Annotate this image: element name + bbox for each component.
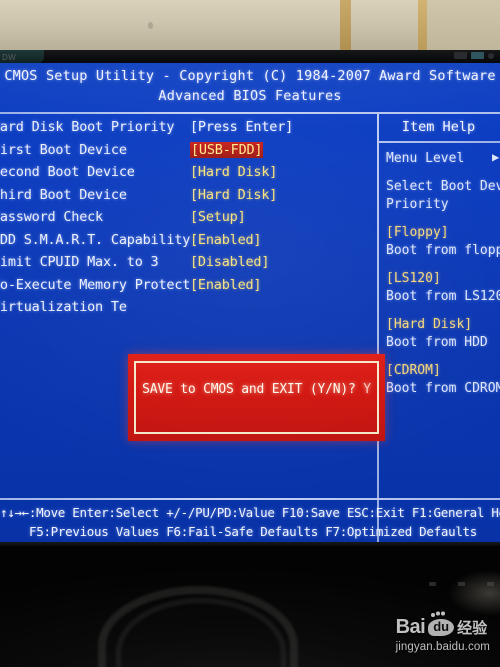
help-spacer [386, 306, 500, 316]
bios-screen: CMOS Setup Utility - Copyright (C) 1984-… [0, 63, 500, 542]
help-spacer [386, 260, 500, 270]
menu-button-icon[interactable] [454, 52, 467, 59]
wall-panel [427, 0, 500, 50]
bios-subtitle: Advanced BIOS Features [158, 88, 342, 104]
menu-level-label: Menu Level [386, 151, 465, 166]
help-entry-key: [Hard Disk] [386, 317, 473, 332]
dialog-answer-text[interactable]: Y [363, 382, 371, 397]
bios-option-value[interactable]: [Hard Disk] [190, 187, 277, 203]
bios-option-label: Hard Disk Boot Priority [0, 119, 175, 135]
bios-option-row[interactable]: No-Execute Memory Protect [Enabled] [0, 277, 377, 300]
watermark-bear-paw-mark: du [428, 611, 455, 636]
dialog-border [134, 361, 379, 434]
help-entry-desc: Boot from LS120 [386, 289, 500, 304]
bios-title: CMOS Setup Utility - Copyright (C) 1984-… [4, 68, 496, 84]
dialog-prompt-text: SAVE to CMOS and EXIT (Y/N)? [142, 382, 356, 397]
watermark-brand-cn: 经验 [457, 619, 488, 637]
chevron-right-icon: ▶ [492, 150, 500, 164]
background-glow [448, 570, 500, 616]
vertical-divider [377, 114, 379, 542]
watermark-url: jingyan.baidu.com [395, 641, 490, 653]
bios-option-label: Limit CPUID Max. to 3 [0, 254, 159, 270]
watermark-logo: Bai du 经验 [395, 611, 490, 639]
help-entry-key: [LS120] [386, 271, 441, 286]
paw-icon [431, 611, 445, 617]
wall-seam [418, 0, 427, 50]
bios-option-value-selected[interactable]: [USB-FDD] [190, 141, 264, 158]
power-indicator-icon [471, 52, 484, 59]
monitor-photo: DW CMOS Setup Utility - Copyright (C) 19… [0, 0, 500, 667]
indicator-dot-icon [429, 582, 436, 586]
bios-option-value[interactable]: [Setup] [190, 209, 246, 225]
save-exit-dialog[interactable]: SAVE to CMOS and EXIT (Y/N)? Y [128, 354, 385, 441]
help-entry-desc: Boot from HDD [386, 335, 488, 350]
monitor-buttons[interactable] [454, 52, 494, 59]
bios-option-value[interactable]: [Hard Disk] [190, 164, 277, 180]
bios-options-list: Hard Disk Boot Priority [Press Enter] Firs… [0, 119, 377, 322]
bios-option-label: Password Check [0, 209, 103, 225]
item-help-body: Menu Level Select Boot Device Priority [Flo… [386, 150, 500, 398]
bios-option-label: Third Boot Device [0, 186, 127, 203]
background-wall [0, 0, 500, 50]
bios-option-label: First Boot Device [0, 141, 127, 158]
watermark: Bai du 经验 jingyan.baidu.com [395, 611, 490, 653]
keybar-line-1: ↑↓→←:Move Enter:Select +/-/PU/PD:Value F… [0, 505, 500, 520]
bios-option-row[interactable]: Second Boot Device [Hard Disk] [0, 164, 377, 187]
bios-option-label: Second Boot Device [0, 164, 135, 180]
bios-option-row[interactable]: Virtualization Te [0, 299, 377, 322]
monitor-brand-label: DW [2, 53, 16, 62]
help-entry-desc: Boot from floppy [386, 243, 500, 258]
bios-keybar: ↑↓→←:Move Enter:Select +/-/PU/PD:Value F… [0, 503, 500, 541]
bios-option-label: No-Execute Memory Protect [0, 276, 191, 293]
help-description-line: Select Boot Device [386, 179, 500, 194]
item-help-title: Item Help [401, 119, 476, 135]
monitor-bezel-edge [0, 542, 500, 546]
keybar-line-2: F5:Previous Values F6:Fail-Safe Defaults… [29, 524, 477, 539]
bios-option-value[interactable]: [Press Enter] [190, 119, 293, 135]
bios-option-row[interactable]: HDD S.M.A.R.T. Capability [Enabled] [0, 232, 377, 255]
bios-option-row[interactable]: First Boot Device [USB-FDD] [0, 141, 377, 165]
bezel-indicator-dots [429, 582, 494, 586]
bios-option-value[interactable]: [Enabled] [190, 232, 262, 248]
power-button-icon[interactable] [488, 52, 494, 59]
bios-option-row[interactable]: Limit CPUID Max. to 3 [Disabled] [0, 254, 377, 277]
help-spacer [386, 352, 500, 362]
indicator-dot-icon [458, 582, 465, 586]
help-description-line: Priority [386, 197, 449, 212]
footer-divider [0, 498, 500, 500]
bios-option-row[interactable]: Hard Disk Boot Priority [Press Enter] [0, 119, 377, 142]
wall-smudge [148, 22, 153, 29]
monitor-bezel-top [0, 50, 500, 63]
header-divider [0, 112, 500, 114]
bios-option-value[interactable]: [Disabled] [190, 254, 269, 270]
bios-option-row[interactable]: Password Check [Setup] [0, 209, 377, 232]
help-spacer [386, 168, 500, 178]
indicator-dot-icon [487, 582, 494, 586]
help-entry-key: [Floppy] [386, 225, 449, 240]
bios-option-row[interactable]: Third Boot Device [Hard Disk] [0, 187, 377, 210]
help-spacer [386, 214, 500, 224]
dialog-message: SAVE to CMOS and EXIT (Y/N)? Y [128, 382, 385, 397]
help-entry-key: [CDROM] [386, 363, 441, 378]
watermark-brand-latin: Bai [395, 616, 426, 638]
bios-option-label: Virtualization Te [0, 299, 127, 315]
bios-option-label: HDD S.M.A.R.T. Capability [0, 231, 191, 248]
bios-option-value[interactable]: [Enabled] [190, 277, 262, 293]
wall-seam [340, 0, 351, 50]
help-entry-desc: Boot from CDROM [386, 381, 500, 396]
item-help-divider [379, 141, 500, 143]
